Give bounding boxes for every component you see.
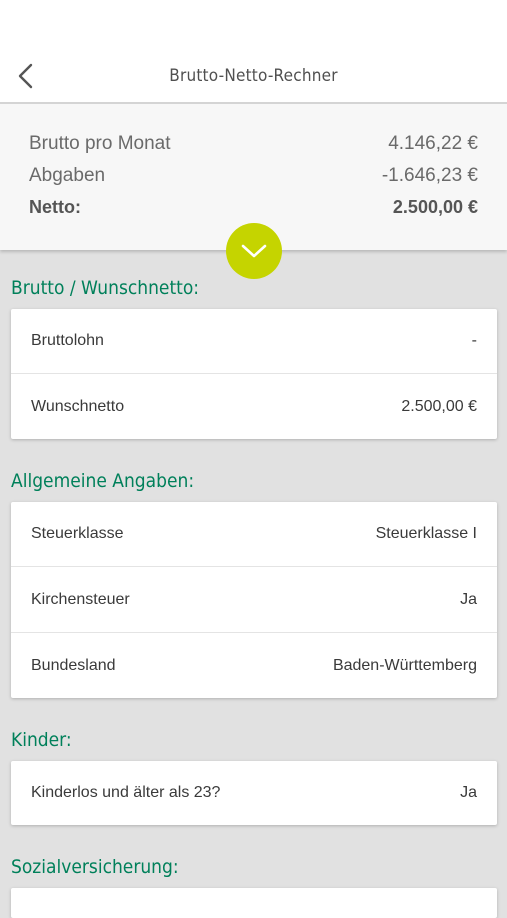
summary-row-deductions: Abgaben -1.646,23 € (29, 165, 478, 187)
section-title-sozial: Sozialversicherung: (11, 856, 179, 878)
section-title-brutto: Brutto / Wunschnetto: (11, 277, 200, 299)
summary-value: -1.646,23 € (381, 165, 478, 186)
row-value: Ja (460, 590, 477, 608)
summary-value: 4.146,22 € (388, 133, 478, 154)
card-brutto: Bruttolohn - Wunschnetto 2.500,00 € (11, 309, 497, 439)
card-allgemein: Steuerklasse Steuerklasse I Kirchensteue… (11, 502, 497, 698)
row-label: Kirchensteuer (31, 590, 130, 608)
summary-value: 2.500,00 € (392, 197, 478, 217)
summary-label: Brutto pro Monat (29, 133, 171, 154)
row-label: Wunschnetto (31, 397, 125, 415)
summary-label: Abgaben (29, 165, 106, 186)
app-bar: Brutto-Netto-Rechner (0, 0, 507, 104)
row-wunschnetto[interactable]: Wunschnetto 2.500,00 € (11, 373, 497, 439)
row-label: Bundesland (31, 656, 116, 674)
page-title: Brutto-Netto-Rechner (169, 66, 338, 86)
row-value: Baden-Württemberg (332, 656, 477, 674)
row-label: Bruttolohn (31, 332, 104, 349)
row-kinderlos[interactable]: Kinderlos und älter als 23? Ja (11, 761, 497, 825)
card-sozial (11, 888, 497, 918)
row-label: Steuerklasse (31, 525, 124, 542)
summary-row-net: Netto: 2.500,00 € (29, 197, 478, 218)
row-bruttolohn[interactable]: Bruttolohn - (11, 309, 497, 373)
row-value: - (471, 332, 477, 349)
row-value: Steuerklasse I (375, 525, 477, 542)
summary-label: Netto: (29, 197, 81, 217)
card-kinder: Kinderlos und älter als 23? Ja (11, 761, 497, 825)
row-kirchensteuer[interactable]: Kirchensteuer Ja (11, 566, 497, 632)
row-bundesland[interactable]: Bundesland Baden-Württemberg (11, 632, 497, 698)
row-label: Kinderlos und älter als 23? (31, 784, 221, 801)
expand-summary-button[interactable] (226, 223, 282, 279)
section-title-kinder: Kinder: (11, 729, 72, 751)
row-value: Ja (460, 784, 477, 801)
chevron-down-icon (241, 244, 267, 258)
row-value: 2.500,00 € (401, 397, 477, 415)
summary-row-gross: Brutto pro Monat 4.146,22 € (29, 133, 478, 155)
section-title-allgemein: Allgemeine Angaben: (11, 470, 195, 492)
row-steuerklasse[interactable]: Steuerklasse Steuerklasse I (11, 502, 497, 566)
